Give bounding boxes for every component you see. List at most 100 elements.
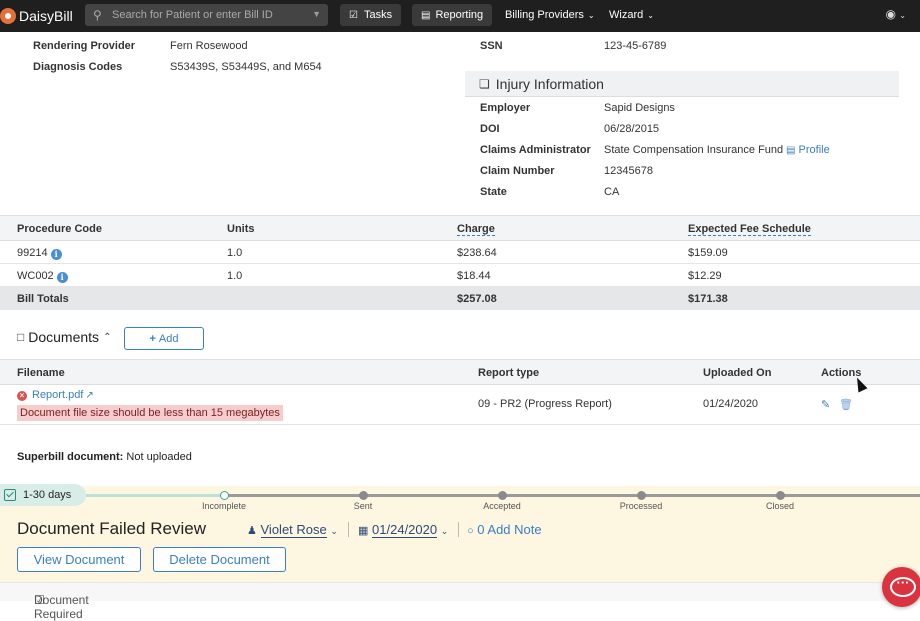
search-placeholder: Search for Patient or enter Bill ID: [112, 9, 273, 21]
doi-label: DOI: [480, 123, 500, 135]
table-row: 99214 i 1.0 $238.64 $159.09: [0, 241, 920, 264]
tasks-button[interactable]: ☑ Tasks: [340, 4, 402, 26]
documents-title: Documents: [28, 329, 100, 345]
superbill-value: Not uploaded: [126, 451, 192, 463]
top-navbar: DaisyBill ⚲ Search for Patient or enter …: [0, 0, 920, 32]
tasks-label: Tasks: [363, 9, 393, 21]
procedure-code-cell: 99214 i: [17, 247, 62, 260]
claims-administrator-profile-link[interactable]: ▤ Profile: [786, 144, 830, 156]
search-input[interactable]: ⚲ Search for Patient or enter Bill ID ▼: [85, 4, 328, 26]
error-icon: ×: [17, 391, 27, 401]
state-value: CA: [604, 186, 620, 198]
doi-value: 06/28/2015: [604, 123, 660, 135]
reporting-button[interactable]: ▤ Reporting: [412, 4, 493, 26]
procedure-code-cell: WC002 i: [17, 270, 68, 283]
step-dot-processed: [637, 491, 646, 500]
view-document-button[interactable]: View Document: [17, 547, 141, 572]
external-link-icon[interactable]: ↗: [85, 390, 93, 401]
claims-administrator-label: Claims Administrator: [480, 144, 591, 156]
brand-logo[interactable]: DaisyBill: [0, 5, 73, 27]
billing-providers-label: Billing Providers: [505, 9, 584, 21]
add-note-link[interactable]: ○ 0 Add Note: [467, 522, 542, 537]
step-label-incomplete: Incomplete: [201, 501, 247, 511]
calendar-check-icon: [4, 489, 16, 501]
add-document-label: Add: [158, 332, 179, 345]
bill-totals-row: Bill Totals $257.08 $171.38: [0, 287, 920, 310]
step-dot-sent: [359, 491, 368, 500]
bill-totals-label: Bill Totals: [17, 293, 69, 305]
reporting-icon: ▤: [421, 9, 431, 21]
header-units: Units: [227, 223, 255, 235]
documents-section-title[interactable]: □ Documents ⌃: [17, 329, 111, 345]
pencil-icon[interactable]: ✎: [821, 398, 830, 411]
daisy-logo-icon: [0, 8, 16, 24]
billing-providers-menu[interactable]: Billing Providers ⌄: [505, 4, 595, 26]
table-row: WC002 i 1.0 $18.44 $12.29: [0, 264, 920, 287]
claim-number-label: Claim Number: [480, 165, 555, 177]
trash-icon[interactable]: 🗑: [839, 398, 853, 411]
rendering-provider-label: Rendering Provider: [33, 40, 136, 52]
comment-icon: ○: [467, 525, 474, 537]
chevron-down-icon: ⌄: [647, 10, 654, 20]
chevron-down-icon: ⌄: [330, 526, 338, 536]
divider: [348, 522, 349, 537]
report-type-cell: 09 - PR2 (Progress Report): [478, 398, 612, 410]
calendar-icon: ▦: [358, 525, 369, 537]
wizard-menu[interactable]: Wizard ⌄: [609, 4, 654, 26]
profile-icon: ▤: [786, 145, 796, 156]
procedure-table-header: Procedure Code Units Charge Expected Fee…: [0, 215, 920, 241]
claims-administrator-value: State Compensation Insurance Fund: [604, 144, 784, 156]
step-dot-closed: [776, 491, 785, 500]
diagnosis-codes-label: Diagnosis Codes: [33, 61, 123, 73]
step-label-processed: Processed: [619, 501, 663, 511]
injury-information-title: Injury Information: [495, 75, 604, 92]
header-charge[interactable]: Charge: [457, 223, 495, 236]
header-filename: Filename: [17, 367, 65, 379]
step-dot-incomplete: [220, 491, 229, 500]
expected-fee-cell: $12.29: [688, 270, 722, 282]
bill-totals-charge: $257.08: [457, 293, 497, 305]
document-row: × Report.pdf ↗ Document file size should b…: [0, 385, 920, 425]
document-required-text: Document Required: [34, 593, 89, 621]
step-dot-accepted: [498, 491, 507, 500]
units-cell: 1.0: [227, 270, 243, 282]
brand-name: DaisyBill: [19, 8, 73, 24]
employer-label: Employer: [480, 102, 531, 114]
procedure-code: WC002: [17, 270, 54, 282]
step-label-accepted: Accepted: [483, 501, 521, 511]
diagnosis-codes-value: S53439S, S53449S, and M654: [170, 61, 322, 73]
uploaded-on-cell: 01/24/2020: [703, 398, 759, 410]
header-procedure-code: Procedure Code: [17, 223, 102, 235]
chevron-down-icon: ⌄: [440, 526, 449, 536]
superbill-status: Superbill document: Not uploaded: [17, 451, 192, 463]
rendering-provider-value: Fern Rosewood: [170, 40, 248, 52]
document-filename-link[interactable]: Report.pdf: [32, 389, 83, 401]
days-label: 1-30 days: [23, 489, 72, 501]
chevron-down-icon: ⌄: [899, 11, 906, 20]
user-icon: ♟: [247, 525, 257, 537]
divider: [458, 522, 459, 537]
add-document-button[interactable]: + Add: [124, 327, 204, 350]
profile-link-label: Profile: [798, 144, 830, 156]
info-icon[interactable]: i: [50, 249, 62, 260]
header-uploaded-on: Uploaded On: [703, 367, 772, 379]
assignee-dropdown[interactable]: ♟ Violet Rose ⌄: [247, 522, 338, 538]
units-cell: 1.0: [227, 247, 243, 259]
tasks-icon: ☑: [349, 9, 358, 21]
days-badge: 1-30 days: [0, 484, 86, 506]
step-label-closed: Closed: [765, 501, 795, 511]
add-note-label: 0 Add Note: [477, 522, 542, 537]
chat-icon[interactable]: [882, 567, 920, 607]
chevron-down-icon[interactable]: ▼: [312, 9, 321, 19]
superbill-label: Superbill document:: [17, 451, 124, 463]
step-label-sent: Sent: [353, 501, 373, 511]
delete-document-button[interactable]: Delete Document: [153, 547, 286, 572]
date-dropdown[interactable]: ▦ 01/24/2020 ⌄: [358, 522, 449, 538]
status-date: 01/24/2020: [372, 522, 438, 538]
info-icon[interactable]: i: [56, 272, 68, 283]
bandage-icon: ❏: [479, 76, 490, 91]
user-menu[interactable]: ◉ ⌄: [885, 7, 906, 21]
charge-cell: $238.64: [457, 247, 497, 259]
header-expected-fee-schedule[interactable]: Expected Fee Schedule: [688, 223, 811, 236]
assignee-name: Violet Rose: [260, 522, 327, 538]
